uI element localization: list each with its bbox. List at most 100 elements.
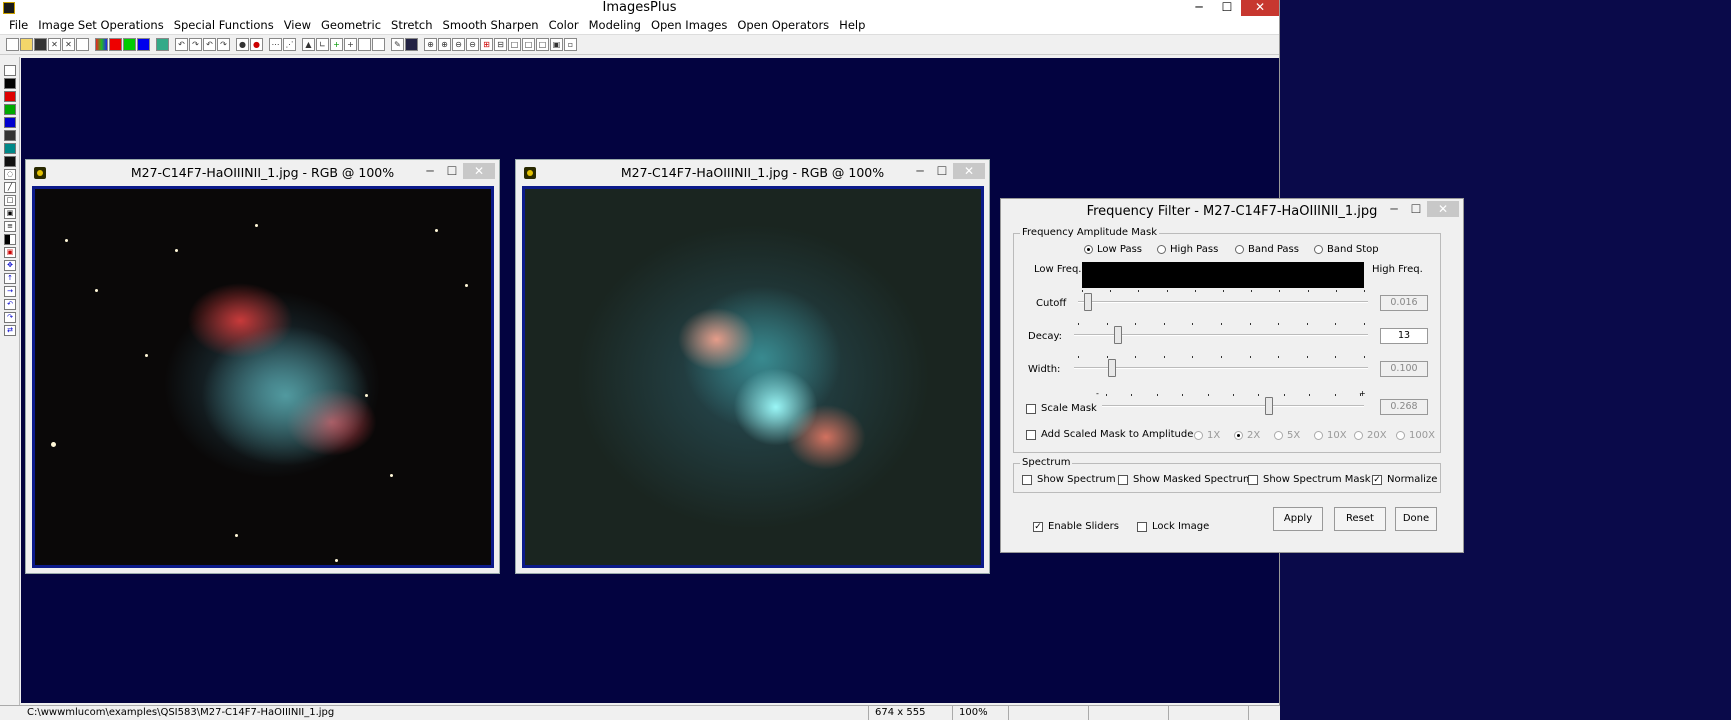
blue-channel-icon[interactable] — [137, 38, 150, 51]
zoom-out-icon[interactable]: ⊖ — [452, 38, 465, 51]
tool-move-icon[interactable]: ✥ — [4, 260, 16, 271]
zoom-in-icon[interactable]: ⊕ — [438, 38, 451, 51]
undo-icon[interactable]: ↶ — [175, 38, 188, 51]
scale-mask-value[interactable]: 0.268 — [1380, 399, 1428, 415]
minimize-icon[interactable]: ─ — [1185, 0, 1213, 16]
tool-dark-icon[interactable] — [4, 130, 16, 141]
show-masked-spectrum-checkbox[interactable]: Show Masked Spectrum — [1118, 474, 1253, 485]
redo-icon[interactable]: ↷ — [189, 38, 202, 51]
menu-file[interactable]: File — [4, 18, 33, 32]
red-channel-icon[interactable] — [109, 38, 122, 51]
maximize-icon[interactable]: ☐ — [1405, 201, 1427, 217]
radio-icon[interactable] — [1354, 431, 1363, 440]
menu-stretch[interactable]: Stretch — [386, 18, 437, 32]
app-icon[interactable] — [3, 2, 15, 14]
zoom-fit-icon[interactable]: ⊖ — [466, 38, 479, 51]
checkmark-icon[interactable]: ✓ — [1372, 474, 1382, 485]
factor-100x[interactable]: 100X — [1396, 430, 1435, 441]
tool-line-icon[interactable]: ╱ — [4, 182, 16, 193]
close-all-icon[interactable]: ✕ — [62, 38, 75, 51]
tool-right-icon[interactable]: → — [4, 286, 16, 297]
frame-1-icon[interactable]: □ — [508, 38, 521, 51]
axes-icon[interactable]: ∟ — [316, 38, 329, 51]
slider-thumb[interactable] — [1114, 326, 1122, 344]
mode-band-stop[interactable]: Band Stop — [1314, 244, 1379, 255]
menu-smooth-sharpen[interactable]: Smooth Sharpen — [438, 18, 544, 32]
slider-thumb[interactable] — [1265, 397, 1273, 415]
tool-lasso-icon[interactable]: ◌ — [4, 169, 16, 180]
menu-open-images[interactable]: Open Images — [646, 18, 732, 32]
tool-rotate-left-icon[interactable]: ↶ — [4, 299, 16, 310]
image-window-icon[interactable] — [524, 167, 536, 179]
mode-high-pass[interactable]: High Pass — [1157, 244, 1218, 255]
radio-icon[interactable] — [1157, 245, 1166, 254]
close-icon[interactable]: ✕ — [1241, 0, 1279, 16]
close-icon[interactable]: ✕ — [463, 163, 495, 179]
normalize-checkbox[interactable]: ✓ Normalize — [1372, 474, 1437, 485]
decay-slider[interactable] — [1074, 323, 1368, 347]
tool-red-icon[interactable] — [4, 91, 16, 102]
radio-icon[interactable] — [1194, 431, 1203, 440]
rgb-icon[interactable] — [95, 38, 108, 51]
checkbox-icon[interactable] — [1026, 429, 1036, 440]
menu-open-operators[interactable]: Open Operators — [732, 18, 834, 32]
cutoff-slider[interactable] — [1078, 290, 1368, 314]
slider-thumb[interactable] — [1084, 293, 1092, 311]
radio-icon[interactable] — [1396, 431, 1405, 440]
image-window-title-bar[interactable]: M27-C14F7-HaOIIINII_1.jpg - RGB @ 100% ─… — [516, 160, 989, 186]
tool-blue-icon[interactable] — [4, 117, 16, 128]
radio-icon[interactable] — [1235, 245, 1244, 254]
mode-band-pass[interactable]: Band Pass — [1235, 244, 1299, 255]
open-icon[interactable] — [20, 38, 33, 51]
width-slider[interactable] — [1074, 356, 1368, 380]
radio-icon[interactable] — [1234, 431, 1243, 440]
maximize-icon[interactable]: ☐ — [1213, 0, 1241, 16]
minimize-icon[interactable]: ─ — [909, 163, 931, 179]
tool-black-icon[interactable] — [4, 78, 16, 89]
grid-icon[interactable] — [156, 38, 169, 51]
image-window-icon[interactable] — [34, 167, 46, 179]
frame-3-icon[interactable]: □ — [536, 38, 549, 51]
image-canvas-filtered[interactable] — [522, 186, 984, 568]
factor-10x[interactable]: 10X — [1314, 430, 1347, 441]
tool-rect-icon[interactable]: □ — [4, 195, 16, 206]
checkmark-icon[interactable]: ✓ — [1033, 521, 1043, 532]
done-button[interactable]: Done — [1395, 507, 1437, 531]
close-icon[interactable]: ✕ — [1427, 201, 1459, 217]
factor-1x[interactable]: 1X — [1194, 430, 1220, 441]
scale-mask-checkbox[interactable]: Scale Mask — [1026, 403, 1097, 414]
tool-up-icon[interactable]: ↑ — [4, 273, 16, 284]
minimize-icon[interactable]: ─ — [419, 163, 441, 179]
decay-value[interactable]: 13 — [1380, 328, 1428, 344]
width-value[interactable]: 0.100 — [1380, 361, 1428, 377]
tool-teal-icon[interactable] — [4, 143, 16, 154]
tool-levels-icon[interactable]: ≡ — [4, 221, 16, 232]
histogram-icon[interactable]: ▲ — [302, 38, 315, 51]
menu-image-set-operations[interactable]: Image Set Operations — [33, 18, 168, 32]
menu-view[interactable]: View — [279, 18, 316, 32]
pencil-icon[interactable]: ✎ — [391, 38, 404, 51]
factor-5x[interactable]: 5X — [1274, 430, 1300, 441]
add-scaled-mask-checkbox[interactable]: Add Scaled Mask to Amplitude — [1026, 429, 1193, 440]
image-window-title-bar[interactable]: M27-C14F7-HaOIIINII_1.jpg - RGB @ 100% ─… — [26, 160, 499, 186]
slider-thumb[interactable] — [1108, 359, 1116, 377]
tool-mask-icon[interactable] — [4, 156, 16, 167]
tool-flip-icon[interactable]: ⇄ — [4, 325, 16, 336]
redo-all-icon[interactable]: ↷ — [217, 38, 230, 51]
menu-color[interactable]: Color — [544, 18, 584, 32]
close-icon[interactable]: ✕ — [953, 163, 985, 179]
crosshair-icon[interactable]: + — [344, 38, 357, 51]
star-icon[interactable]: ● — [236, 38, 249, 51]
info-icon[interactable] — [405, 38, 418, 51]
factor-2x[interactable]: 2X — [1234, 430, 1260, 441]
scale-mask-slider[interactable] — [1102, 394, 1364, 418]
radio-icon[interactable] — [1084, 245, 1093, 254]
frame-2-icon[interactable]: □ — [522, 38, 535, 51]
menu-help[interactable]: Help — [834, 18, 870, 32]
tool-green-icon[interactable] — [4, 104, 16, 115]
enable-sliders-checkbox[interactable]: ✓ Enable Sliders — [1033, 521, 1119, 532]
tool-point-icon[interactable]: ▣ — [4, 208, 16, 219]
zoom-minus-icon[interactable]: ⊟ — [494, 38, 507, 51]
cutoff-value[interactable]: 0.016 — [1380, 295, 1428, 311]
checkbox-icon[interactable] — [1022, 474, 1032, 485]
